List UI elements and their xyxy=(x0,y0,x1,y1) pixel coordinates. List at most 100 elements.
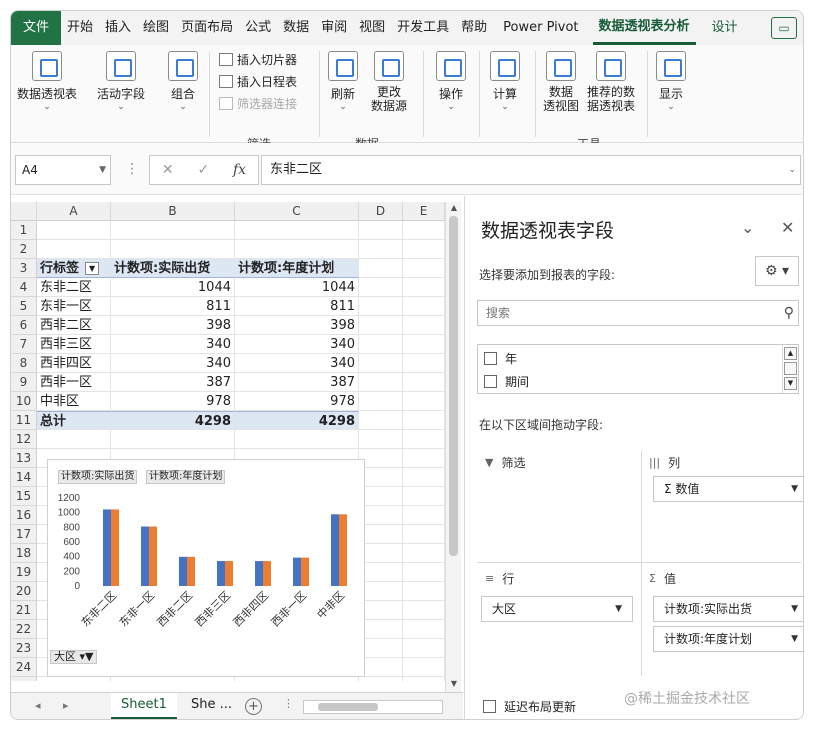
bar-plan[interactable] xyxy=(225,561,233,586)
rows-zone[interactable]: ≡ 行 xyxy=(485,570,514,587)
table-cell[interactable] xyxy=(403,449,445,468)
filter-dropdown-icon[interactable]: ▼ xyxy=(85,262,100,275)
filters-zone[interactable]: ▼ 筛选 xyxy=(485,454,525,471)
row-header[interactable]: 23 xyxy=(11,639,37,658)
table-cell[interactable]: 行标签 ▼ xyxy=(37,259,111,278)
defer-update-option[interactable]: 延迟布局更新 xyxy=(483,698,576,715)
row-header[interactable]: 12 xyxy=(11,430,37,449)
bar-plan[interactable] xyxy=(263,561,271,586)
tab-home[interactable]: 开始 xyxy=(61,11,99,45)
table-cell[interactable]: 1044 xyxy=(111,278,235,297)
table-cell[interactable] xyxy=(235,240,359,259)
table-cell[interactable]: 811 xyxy=(111,297,235,316)
table-cell[interactable]: 4298 xyxy=(111,411,235,430)
row-header[interactable]: 2 xyxy=(11,240,37,259)
table-cell[interactable]: 340 xyxy=(111,354,235,373)
table-cell[interactable] xyxy=(359,411,403,430)
table-cell[interactable] xyxy=(403,278,445,297)
row-header[interactable]: 6 xyxy=(11,316,37,335)
table-cell[interactable] xyxy=(235,221,359,240)
table-cell[interactable]: 西非一区 xyxy=(37,373,111,392)
row-header[interactable]: 1 xyxy=(11,221,37,240)
table-cell[interactable]: 387 xyxy=(111,373,235,392)
insert-slicer-button[interactable]: 插入切片器 xyxy=(219,51,297,68)
tab-formulas[interactable]: 公式 xyxy=(239,11,277,45)
table-cell[interactable]: 西非四区 xyxy=(37,354,111,373)
table-cell[interactable] xyxy=(403,430,445,449)
filter-connections-button[interactable]: 筛选器连接 xyxy=(219,95,297,112)
group-button[interactable]: 组合 ⌄ xyxy=(163,51,203,112)
row-header[interactable]: 20 xyxy=(11,582,37,601)
show-button[interactable]: 显示 ⌄ xyxy=(651,51,691,112)
table-cell[interactable]: 398 xyxy=(235,316,359,335)
table-cell[interactable] xyxy=(403,316,445,335)
actions-button[interactable]: 操作 ⌄ xyxy=(431,51,471,112)
row-header[interactable]: 16 xyxy=(11,506,37,525)
columns-zone[interactable]: ||| 列 xyxy=(649,454,680,471)
row-header[interactable]: 21 xyxy=(11,601,37,620)
columns-item-values[interactable]: Σ 数值 ▼ xyxy=(653,476,803,502)
table-cell[interactable] xyxy=(403,392,445,411)
bar-plan[interactable] xyxy=(301,557,309,586)
row-header[interactable]: 13 xyxy=(11,449,37,468)
row-header[interactable]: 15 xyxy=(11,487,37,506)
table-cell[interactable] xyxy=(359,259,403,278)
table-cell[interactable]: 计数项:实际出货 xyxy=(111,259,235,278)
tab-page-layout[interactable]: 页面布局 xyxy=(175,11,239,45)
bar-shipped[interactable] xyxy=(179,556,187,586)
more-icon[interactable]: ⋮ xyxy=(125,161,139,177)
table-cell[interactable] xyxy=(359,392,403,411)
table-cell[interactable]: 中非区 xyxy=(37,392,111,411)
bar-shipped[interactable] xyxy=(293,557,301,586)
table-cell[interactable]: 340 xyxy=(235,335,359,354)
row-header[interactable]: 7 xyxy=(11,335,37,354)
scroll-up-icon[interactable]: ▲ xyxy=(784,347,797,360)
tab-view[interactable]: 视图 xyxy=(353,11,391,45)
table-cell[interactable] xyxy=(359,297,403,316)
table-cell[interactable] xyxy=(403,544,445,563)
next-sheet-icon[interactable]: ▸ xyxy=(63,699,69,712)
scroll-down-icon[interactable]: ▼ xyxy=(448,678,460,690)
table-cell[interactable] xyxy=(37,430,111,449)
table-cell[interactable]: 340 xyxy=(235,354,359,373)
tab-data[interactable]: 数据 xyxy=(277,11,315,45)
scroll-thumb[interactable] xyxy=(318,703,378,711)
table-cell[interactable] xyxy=(403,487,445,506)
bar-shipped[interactable] xyxy=(141,526,149,586)
tab-design[interactable]: 设计 xyxy=(706,11,744,45)
calculations-button[interactable]: 计算 ⌄ xyxy=(485,51,525,112)
chevron-down-icon[interactable]: ⌄ xyxy=(741,218,754,237)
table-cell[interactable] xyxy=(37,240,111,259)
scroll-thumb[interactable] xyxy=(784,362,797,375)
table-cell[interactable] xyxy=(359,278,403,297)
values-item-shipped[interactable]: 计数项:实际出货 ▼ xyxy=(653,596,803,622)
column-header[interactable]: D xyxy=(359,202,403,221)
scroll-down-icon[interactable]: ▼ xyxy=(784,377,797,390)
bar-shipped[interactable] xyxy=(255,561,263,586)
field-item-period[interactable]: 期间 xyxy=(484,373,529,390)
row-header[interactable]: 3 xyxy=(11,259,37,278)
select-all-corner[interactable] xyxy=(11,202,37,221)
table-cell[interactable] xyxy=(359,335,403,354)
table-cell[interactable] xyxy=(403,677,445,681)
refresh-button[interactable]: 刷新 ⌄ xyxy=(325,51,361,112)
fx-icon[interactable]: fx xyxy=(233,162,246,178)
table-cell[interactable]: 西非三区 xyxy=(37,335,111,354)
table-cell[interactable] xyxy=(403,297,445,316)
tab-developer[interactable]: 开发工具 xyxy=(391,11,455,45)
row-header[interactable]: 4 xyxy=(11,278,37,297)
table-cell[interactable] xyxy=(235,430,359,449)
name-box[interactable]: A4 ▼ xyxy=(15,155,111,185)
table-cell[interactable]: 计数项:年度计划 xyxy=(235,259,359,278)
field-item-year[interactable]: 年 xyxy=(484,350,517,367)
table-cell[interactable] xyxy=(403,259,445,278)
table-cell[interactable] xyxy=(111,430,235,449)
sheet-tab-sheet2[interactable]: She ... xyxy=(181,693,242,719)
tab-review[interactable]: 审阅 xyxy=(315,11,353,45)
bar-shipped[interactable] xyxy=(217,561,225,586)
values-item-plan[interactable]: 计数项:年度计划 ▼ xyxy=(653,626,803,652)
table-cell[interactable] xyxy=(359,354,403,373)
table-cell[interactable] xyxy=(403,601,445,620)
row-header[interactable]: 10 xyxy=(11,392,37,411)
checkbox[interactable] xyxy=(484,352,497,365)
